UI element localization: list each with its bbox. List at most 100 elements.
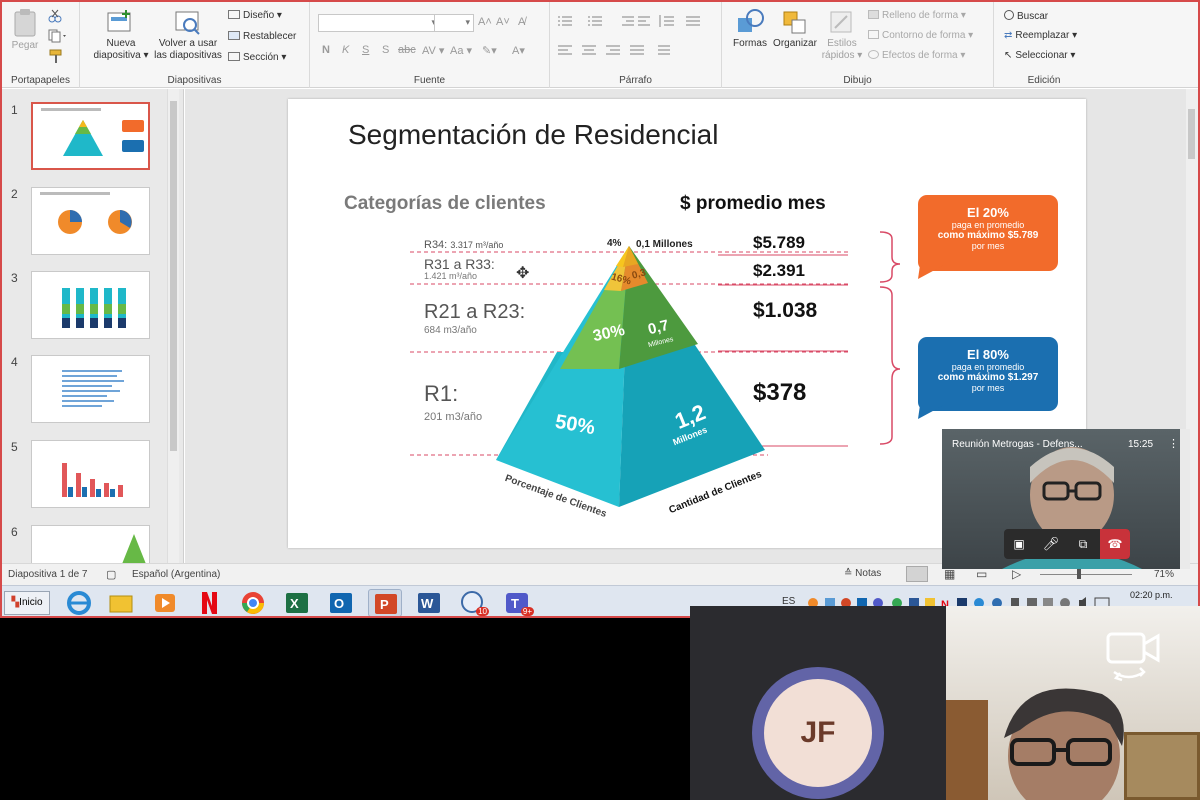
taskbar-outlook[interactable]: O [324, 589, 358, 616]
callout-blue-line3: como máximo $1.297 [937, 372, 1039, 383]
taskbar-ie[interactable] [62, 589, 96, 616]
share-screen-icon[interactable]: ⧉ [1068, 529, 1098, 559]
scrollbar-thumb[interactable] [170, 101, 177, 451]
search-icon [1004, 10, 1014, 20]
slide-thumbnail-6[interactable] [31, 525, 150, 564]
underline-button[interactable]: S [362, 44, 369, 56]
microphone-icon[interactable]: 🎤︎ [1036, 529, 1066, 559]
new-slide-button[interactable]: Nueva diapositiva ▾ [88, 8, 154, 62]
reuse-slides-label-1: Volver a usar [158, 38, 218, 49]
slide-thumbnail-4[interactable] [31, 355, 150, 423]
format-painter-icon[interactable] [48, 49, 64, 65]
pip-call-controls: ▣ 🎤︎ ⧉ ☎ [1004, 529, 1130, 559]
netflix-icon [202, 592, 217, 614]
slide-thumbnail-1[interactable] [31, 102, 150, 170]
start-button[interactable]: ▚Inicio [4, 591, 50, 615]
ribbon-group-dibujo: Formas Organizar Estilos rápidos ▾ Relle… [722, 2, 994, 88]
notes-button[interactable]: ≙ Notas [844, 568, 881, 579]
callout-blue-line4: por mes [971, 383, 1005, 393]
shapes-label: Formas [733, 38, 767, 49]
slideshow-icon[interactable]: ▷ [1012, 567, 1021, 581]
language-indicator[interactable]: Español (Argentina) [132, 569, 220, 580]
list-and-indent-icons[interactable] [556, 14, 716, 28]
participant-tile-jf[interactable]: JF [690, 606, 946, 800]
select-button[interactable]: ↖ Seleccionar ▾ [1004, 50, 1075, 61]
ribbon: Pegar Portapapeles Nueva diapositiva ▾ V… [2, 2, 1198, 88]
more-options-icon[interactable]: ⋮ [1168, 437, 1179, 450]
ribbon-group-diapositivas: Nueva diapositiva ▾ Volver a usar las di… [80, 2, 310, 88]
section-button[interactable]: Sección ▾ [228, 52, 286, 63]
reset-button[interactable]: Restablecer [228, 31, 296, 42]
cut-icon[interactable] [48, 9, 62, 23]
shape-fill-button[interactable]: Relleno de forma ▾ [868, 10, 966, 21]
shapes-button[interactable]: Formas [730, 8, 770, 50]
slide-thumbnail-5[interactable] [31, 440, 150, 508]
editor-scrollbar-thumb[interactable] [1188, 109, 1195, 159]
thumbnails-scrollbar[interactable] [167, 89, 179, 563]
bold-button[interactable]: N [322, 44, 330, 56]
taskbar-media[interactable] [148, 589, 182, 616]
font-name-dropdown[interactable]: ▾ [318, 14, 440, 32]
taskbar-email-client[interactable]: 10 [456, 589, 490, 616]
italic-button[interactable]: K [342, 44, 349, 56]
char-spacing-button[interactable]: AV ▾ [422, 44, 444, 57]
highlight-icon[interactable]: ✎▾ [482, 44, 497, 57]
decrease-font-icon[interactable]: A˅ [496, 16, 510, 28]
taskbar-powerpoint[interactable]: P [368, 589, 402, 616]
thumb-orange-callout [122, 120, 144, 132]
zoom-slider-thumb[interactable] [1077, 569, 1081, 579]
zoom-level[interactable]: 71% [1154, 569, 1174, 580]
spellcheck-icon[interactable]: ▢ [106, 568, 116, 581]
reuse-slides-button[interactable]: Volver a usar las diapositivas [152, 8, 224, 62]
slide-thumbnail-3[interactable] [31, 271, 150, 339]
find-button[interactable]: Buscar [1004, 10, 1048, 22]
svg-text:W: W [421, 596, 434, 611]
slide-sorter-icon[interactable]: ▦ [944, 567, 955, 581]
font-color-icon[interactable]: A▾ [512, 44, 525, 57]
layout-button[interactable]: Diseño ▾ [228, 10, 282, 21]
copy-icon[interactable] [48, 29, 68, 43]
taskbar-chrome[interactable] [236, 589, 270, 616]
paste-label: Pegar [11, 40, 39, 51]
meeting-pip-window[interactable]: Reunión Metrogas - Defens... 15:25 ⋮ ▣ 🎤… [942, 429, 1190, 569]
arrange-icon [783, 11, 806, 34]
taskbar-word[interactable]: W [412, 589, 446, 616]
strikethrough-button[interactable]: abc [398, 44, 416, 56]
alignment-icons[interactable] [556, 44, 716, 58]
zoom-slider[interactable] [1040, 574, 1132, 575]
arrange-button[interactable]: Organizar [770, 8, 820, 50]
camera-off-icon[interactable]: ▣ [1004, 529, 1034, 559]
group-label-parrafo: Párrafo [619, 75, 652, 86]
taskbar-excel[interactable]: X [280, 589, 314, 616]
slide-thumbnail-2[interactable] [31, 187, 150, 255]
shadow-button[interactable]: S [382, 44, 389, 56]
end-call-button[interactable]: ☎ [1100, 529, 1130, 559]
normal-view-button[interactable] [906, 566, 928, 582]
clear-format-icon[interactable]: A̸ [518, 16, 525, 28]
callout-orange-line1: El 20% [967, 205, 1009, 220]
replace-button[interactable]: ⇄ Reemplazar ▾ [1004, 30, 1077, 41]
paste-button[interactable]: Pegar [8, 8, 42, 52]
change-case-button[interactable]: Aa ▾ [450, 44, 472, 57]
screen-root: Pegar Portapapeles Nueva diapositiva ▾ V… [0, 0, 1200, 800]
clock-time[interactable]: 02:20 p.m. [1130, 590, 1173, 600]
increase-font-icon[interactable]: A˄ [478, 16, 492, 28]
switch-camera-icon[interactable] [1104, 630, 1164, 690]
quick-styles-button[interactable]: Estilos rápidos ▾ [820, 8, 864, 62]
font-size-dropdown[interactable]: ▾ [434, 14, 474, 32]
camera-person-video [1004, 688, 1124, 800]
participant-tile-camera[interactable] [946, 606, 1200, 800]
thumbnail-number: 5 [11, 440, 18, 454]
shape-outline-button[interactable]: Contorno de forma ▾ [868, 30, 973, 41]
taskbar-teams[interactable]: T 9+ [500, 589, 534, 616]
taskbar-explorer[interactable] [104, 589, 138, 616]
taskbar-netflix[interactable] [192, 589, 226, 616]
shape-fill-label: Relleno de forma ▾ [882, 10, 966, 21]
svg-text:P: P [380, 597, 389, 612]
row-r1-label: R1: [424, 381, 459, 406]
shape-effects-button[interactable]: Efectos de forma ▾ [868, 50, 965, 61]
svg-text:O: O [334, 596, 344, 611]
reading-view-icon[interactable]: ▭ [976, 567, 987, 581]
new-slide-label-2: diapositiva ▾ [93, 50, 149, 61]
folder-icon [109, 595, 133, 613]
